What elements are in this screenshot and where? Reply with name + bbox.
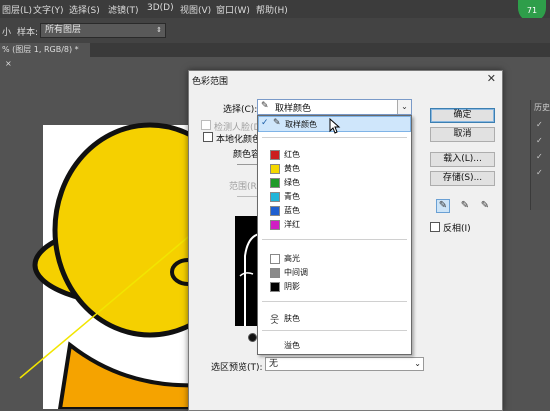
history-check-icon[interactable]: ✓ [536, 152, 545, 161]
selection-radio[interactable] [248, 333, 257, 342]
person-icon: 웃 [270, 315, 280, 326]
option-midtones[interactable]: 中间调 [258, 265, 411, 279]
option-label: 肤色 [284, 314, 300, 323]
history-check-icon[interactable]: ✓ [536, 136, 545, 145]
divider [262, 301, 407, 302]
selection-preview-label: 选区预览(T): [211, 363, 263, 373]
option-yellows[interactable]: 黄色 [258, 161, 411, 175]
option-label: 黄色 [284, 164, 300, 173]
fuzziness-slider[interactable] [237, 164, 257, 165]
option-label: 绿色 [284, 178, 300, 187]
option-label: 洋红 [284, 220, 300, 229]
color-swatch [270, 268, 280, 278]
eyedropper-minus-icon[interactable]: ✎ [478, 199, 492, 213]
ok-button[interactable]: 确定 [430, 108, 495, 123]
divider [262, 330, 407, 331]
option-skin-tones[interactable]: 웃 肤色 [258, 311, 411, 326]
option-blues[interactable]: 蓝色 [258, 203, 411, 217]
eyedropper-icon: ✎ [273, 118, 281, 128]
option-out-of-gamut[interactable]: 溢色 [258, 338, 411, 352]
history-panel-title: 历史 [534, 103, 550, 112]
fuzziness-label: 颜色容 [233, 150, 261, 160]
history-check-icon[interactable]: ✓ [536, 120, 545, 129]
divider [262, 137, 407, 138]
cancel-button[interactable]: 取消 [430, 127, 495, 142]
color-swatch [270, 282, 280, 292]
select-value: 取样颜色 [275, 104, 312, 114]
select-combobox[interactable]: ✎ 取样颜色 ⌄ [257, 99, 412, 115]
mouse-cursor-icon [329, 118, 341, 134]
range-slider[interactable] [237, 196, 257, 197]
color-swatch [270, 254, 280, 264]
option-reds[interactable]: 红色 [258, 147, 411, 161]
option-label: 溢色 [284, 341, 300, 350]
localized-label: 本地化颜色 [216, 135, 262, 145]
range-label: 范围(R [229, 182, 257, 192]
color-swatch [270, 206, 280, 216]
eyedropper-plus-icon[interactable]: ✎ [458, 199, 472, 213]
color-range-dialog: 色彩范围 ✕ 选择(C): ✎ 取样颜色 ⌄ 检测人脸(D 本地化颜色 颜色容 … [188, 70, 503, 411]
history-panel: 历史 ✓ ✓ ✓ ✓ [530, 100, 550, 210]
option-label: 取样颜色 [285, 120, 317, 129]
option-label: 蓝色 [284, 206, 300, 215]
selection-preview-value: 无 [269, 359, 279, 369]
selection-preview-select[interactable]: 无 ⌄ [265, 357, 424, 371]
load-button[interactable]: 载入(L)... [430, 152, 495, 167]
option-magentas[interactable]: 洋红 [258, 217, 411, 231]
eyedropper-icon: ✎ [261, 101, 269, 111]
option-label: 阴影 [284, 282, 300, 291]
invert-label: 反相(I) [443, 224, 471, 234]
option-cyans[interactable]: 青色 [258, 189, 411, 203]
option-label: 高光 [284, 254, 300, 263]
color-swatch [270, 150, 280, 160]
dialog-title: 色彩范围 [192, 77, 229, 87]
color-swatch [270, 164, 280, 174]
invert-checkbox[interactable] [430, 222, 440, 232]
select-dropdown-list: ✓ ✎ 取样颜色 红色 黄色 绿色 青色 蓝色 洋红 高光 中间调 阴影 웃 肤… [257, 115, 412, 355]
history-check-icon[interactable]: ✓ [536, 168, 545, 177]
divider [262, 239, 407, 240]
color-swatch [270, 220, 280, 230]
eyedropper-icon[interactable]: ✎ [436, 199, 450, 213]
option-label: 青色 [284, 192, 300, 201]
select-label: 选择(C): [223, 105, 258, 115]
option-label: 红色 [284, 150, 300, 159]
color-swatch [270, 178, 280, 188]
color-swatch [270, 192, 280, 202]
option-highlights[interactable]: 高光 [258, 251, 411, 265]
close-icon[interactable]: ✕ [487, 72, 496, 85]
chevron-down-icon[interactable]: ⌄ [397, 100, 411, 114]
option-greens[interactable]: 绿色 [258, 175, 411, 189]
detect-faces-checkbox[interactable] [201, 120, 211, 130]
check-icon: ✓ [261, 118, 269, 128]
option-shadows[interactable]: 阴影 [258, 279, 411, 293]
save-button[interactable]: 存储(S)... [430, 171, 495, 186]
option-label: 中间调 [284, 268, 308, 277]
chevron-down-icon[interactable]: ⌄ [414, 358, 421, 370]
localized-checkbox[interactable] [203, 132, 213, 142]
